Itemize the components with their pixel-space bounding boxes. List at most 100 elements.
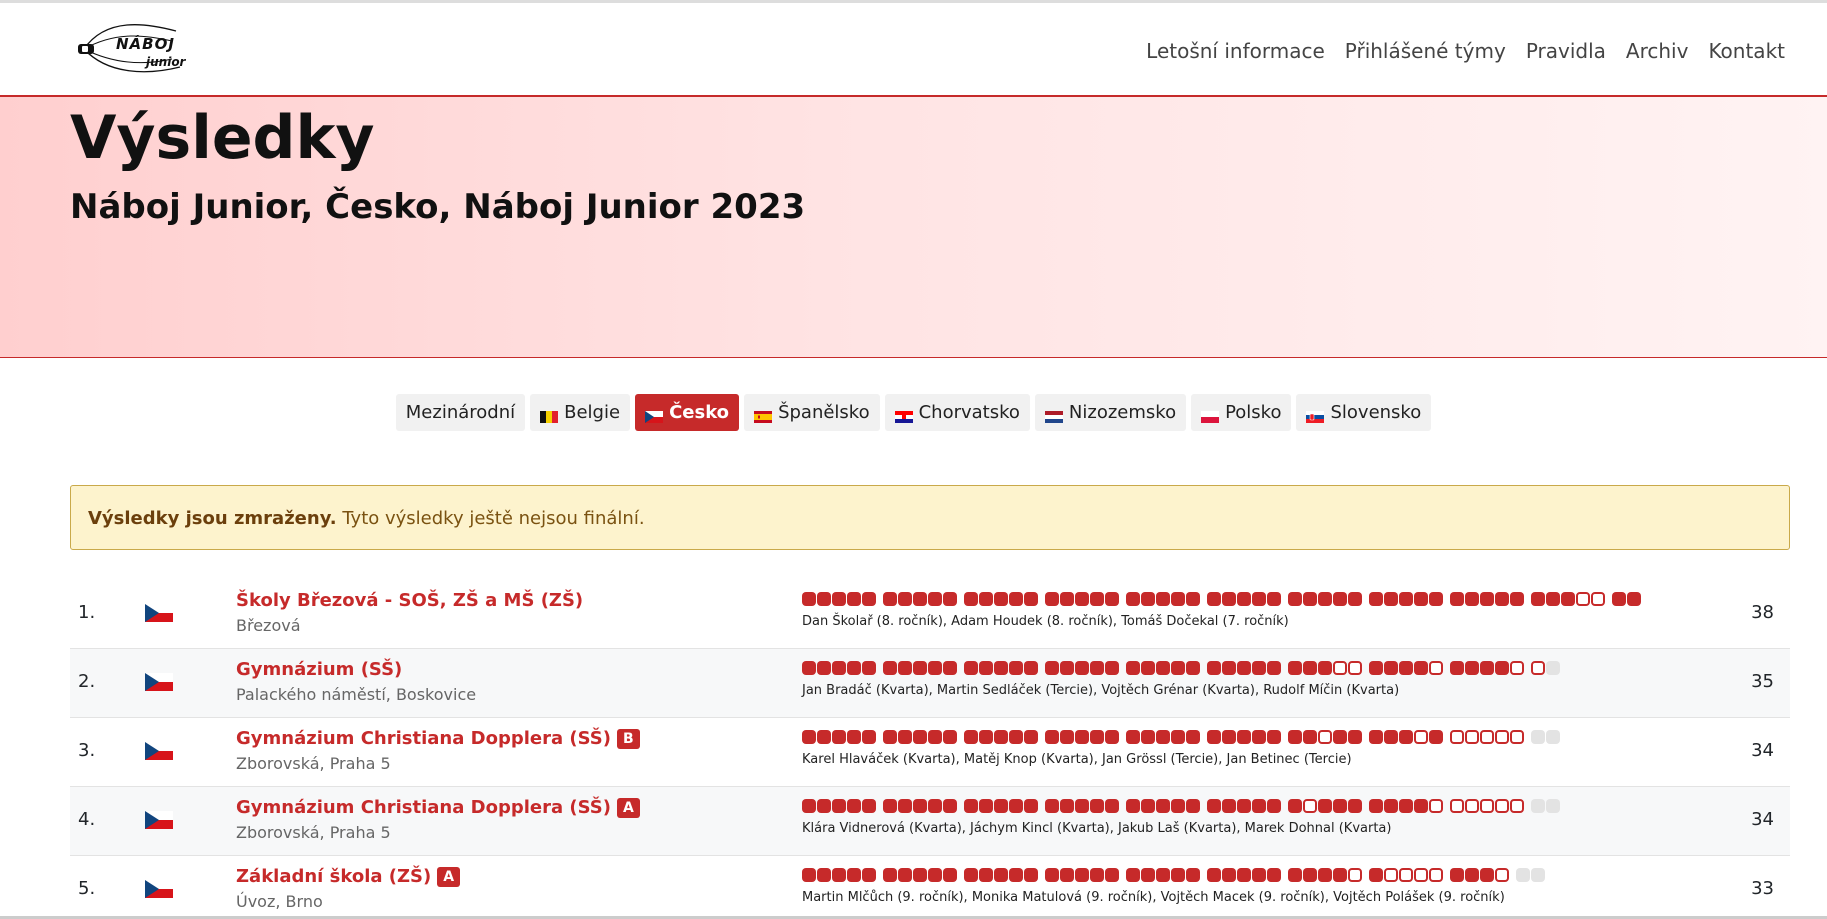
- problem-group: [1531, 799, 1560, 813]
- problem-solved: [1090, 661, 1104, 675]
- problem-solved: [1207, 799, 1221, 813]
- tab-pl[interactable]: Polsko: [1191, 394, 1292, 431]
- problem-solved: [928, 799, 942, 813]
- problem-solved: [1060, 799, 1074, 813]
- problem-open: [1495, 868, 1509, 882]
- problem-open: [1348, 868, 1362, 882]
- problem-solved: [1222, 799, 1236, 813]
- problem-status-bar: [802, 799, 1560, 813]
- problem-unassigned: [1531, 868, 1545, 882]
- problem-open: [1429, 799, 1443, 813]
- tab-nl[interactable]: Nizozemsko: [1034, 394, 1187, 431]
- nav-link-archive[interactable]: Archiv: [1626, 39, 1689, 63]
- tab-international[interactable]: Mezinárodní: [395, 394, 526, 431]
- problem-solved: [1369, 868, 1383, 882]
- navbar: NÁBOJ junior Letošní informace Přihlášen…: [0, 3, 1827, 97]
- problem-solved: [802, 799, 816, 813]
- problem-solved: [847, 661, 861, 675]
- problem-solved: [979, 661, 993, 675]
- nav-link-rules[interactable]: Pravidla: [1526, 39, 1606, 63]
- team-name-link[interactable]: Školy Březová - SOŠ, ZŠ a MŠ (ZŠ): [236, 590, 583, 611]
- team-members: Jan Bradáč (Kvarta), Martin Sedláček (Te…: [802, 683, 1400, 698]
- problem-solved: [1186, 799, 1200, 813]
- problem-solved: [898, 730, 912, 744]
- team-members: Dan Školař (8. ročník), Adam Houdek (8. …: [802, 614, 1289, 629]
- problem-solved: [883, 730, 897, 744]
- team-score: 35: [1751, 671, 1774, 692]
- problem-solved: [964, 799, 978, 813]
- problem-group: [1207, 799, 1281, 813]
- problem-solved: [1252, 661, 1266, 675]
- problem-solved: [847, 799, 861, 813]
- team-name-link[interactable]: Gymnázium Christiana Dopplera (SŠ) A: [236, 797, 640, 818]
- problem-group: [1450, 799, 1524, 813]
- problem-solved: [1348, 799, 1362, 813]
- country-flag-icon: [145, 811, 173, 829]
- problem-solved: [1207, 730, 1221, 744]
- tab-hr[interactable]: Chorvatsko: [884, 394, 1030, 431]
- problem-solved: [994, 592, 1008, 606]
- problem-group: [802, 592, 876, 606]
- problem-open: [1465, 799, 1479, 813]
- tab-be[interactable]: Belgie: [530, 394, 631, 431]
- problem-solved: [847, 592, 861, 606]
- problem-group: [1207, 661, 1281, 675]
- problem-group: [1207, 592, 1281, 606]
- problem-solved: [1369, 661, 1383, 675]
- rank-cell: 4.: [78, 809, 96, 830]
- problem-solved: [1171, 868, 1185, 882]
- problem-open: [1510, 730, 1524, 744]
- nav-link-registered-teams[interactable]: Přihlášené týmy: [1345, 39, 1506, 63]
- problem-solved: [1399, 730, 1413, 744]
- nav-link-current-info[interactable]: Letošní informace: [1146, 39, 1325, 63]
- problem-solved: [1156, 868, 1170, 882]
- problem-solved: [1510, 592, 1524, 606]
- problem-solved: [802, 592, 816, 606]
- tab-label: Mezinárodní: [405, 402, 516, 423]
- rank-cell: 1.: [78, 602, 96, 623]
- problem-solved: [1414, 661, 1428, 675]
- team-name-link[interactable]: Gymnázium (SŠ): [236, 659, 402, 680]
- problem-solved: [1318, 868, 1332, 882]
- problem-solved: [1090, 592, 1104, 606]
- problem-solved: [928, 592, 942, 606]
- problem-open: [1465, 730, 1479, 744]
- problem-open: [1576, 592, 1590, 606]
- problem-group: [1045, 730, 1119, 744]
- problem-solved: [1045, 592, 1059, 606]
- team-name: Základní škola (ZŠ): [236, 866, 432, 887]
- nav-link-contact[interactable]: Kontakt: [1708, 39, 1785, 63]
- alert-text: Tyto výsledky ještě nejsou finální.: [336, 508, 645, 529]
- flag-be-icon: [540, 407, 559, 423]
- problem-group: [1288, 868, 1362, 882]
- problem-solved: [1075, 730, 1089, 744]
- tab-cz[interactable]: Česko: [635, 394, 740, 431]
- naboj-junior-logo[interactable]: NÁBOJ junior: [76, 21, 188, 79]
- problem-open: [1399, 868, 1413, 882]
- problem-solved: [1126, 661, 1140, 675]
- team-name-link[interactable]: Základní škola (ZŠ) A: [236, 866, 461, 887]
- problem-solved: [832, 799, 846, 813]
- problem-solved: [847, 730, 861, 744]
- problem-solved: [1531, 592, 1545, 606]
- problem-solved: [1207, 661, 1221, 675]
- tab-sk[interactable]: Slovensko: [1296, 394, 1432, 431]
- problem-solved: [1024, 592, 1038, 606]
- problem-solved: [1288, 661, 1302, 675]
- problem-solved: [1060, 868, 1074, 882]
- problem-solved: [1480, 868, 1494, 882]
- results-table: 1. Školy Březová - SOŠ, ZŠ a MŠ (ZŠ) Březo…: [70, 580, 1790, 919]
- problem-group: [1369, 868, 1443, 882]
- team-name-link[interactable]: Gymnázium Christiana Dopplera (SŠ) B: [236, 728, 640, 749]
- team-score: 33: [1751, 878, 1774, 899]
- problem-solved: [1465, 661, 1479, 675]
- problem-solved: [1414, 799, 1428, 813]
- tab-es[interactable]: Španělsko: [744, 394, 880, 431]
- problem-open: [1450, 730, 1464, 744]
- problem-solved: [1222, 661, 1236, 675]
- problem-open: [1510, 799, 1524, 813]
- problem-solved: [1561, 592, 1575, 606]
- problem-solved: [1399, 661, 1413, 675]
- problem-group: [964, 730, 1038, 744]
- problem-solved: [1009, 799, 1023, 813]
